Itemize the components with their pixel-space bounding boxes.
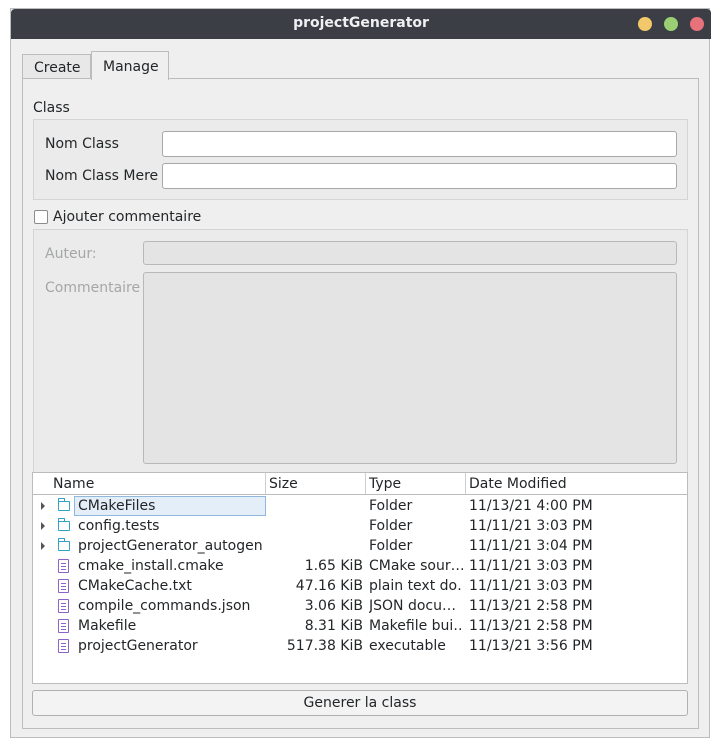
row-date: 11/11/21 3:04 PM	[469, 538, 593, 554]
comment-group: Auteur: Commentaire	[33, 229, 688, 475]
row-type: Folder	[369, 538, 413, 554]
row-date: 11/11/21 3:03 PM	[469, 518, 593, 534]
tree-row[interactable]: compile_commands.json 3.06 KiB JSON docu…	[33, 596, 687, 616]
row-size: 517.38 KiB	[286, 638, 363, 654]
tree-header: Name Size Type Date Modified	[33, 473, 687, 495]
row-name: projectGenerator_autogen	[78, 538, 263, 554]
file-icon	[58, 599, 69, 613]
row-name: CMakeFiles	[78, 498, 156, 514]
row-size: 8.31 KiB	[304, 618, 363, 634]
row-date: 11/11/21 3:03 PM	[469, 578, 593, 594]
nom-class-mere-input[interactable]	[162, 163, 677, 189]
row-size: 47.16 KiB	[295, 578, 363, 594]
folder-icon	[57, 518, 70, 531]
file-icon	[58, 619, 69, 633]
folder-icon	[57, 538, 70, 551]
row-date: 11/11/21 3:03 PM	[469, 558, 593, 574]
expand-arrow-icon[interactable]	[41, 542, 45, 550]
tree-row[interactable]: CMakeFiles Folder 11/13/21 4:00 PM	[33, 496, 687, 516]
auteur-input	[143, 241, 677, 265]
title-bar[interactable]: projectGenerator	[11, 9, 711, 39]
tab-create[interactable]: Create	[22, 54, 91, 79]
nom-class-input[interactable]	[162, 131, 677, 157]
nom-class-mere-label: Nom Class Mere	[45, 168, 159, 184]
ajouter-commentaire-checkbox[interactable]	[34, 210, 48, 224]
row-name: CMakeCache.txt	[78, 578, 192, 594]
class-group: Nom Class Nom Class Mere	[33, 119, 688, 200]
generer-la-class-button[interactable]: Generer la class	[32, 690, 688, 716]
row-date: 11/13/21 4:00 PM	[469, 498, 593, 514]
column-header-size[interactable]: Size	[266, 473, 366, 494]
ajouter-commentaire-label[interactable]: Ajouter commentaire	[53, 209, 201, 225]
row-type: executable	[369, 638, 446, 654]
nom-class-label: Nom Class	[45, 136, 119, 152]
row-type: CMake sour…	[369, 558, 463, 574]
expand-arrow-icon[interactable]	[41, 502, 45, 510]
maximize-button[interactable]	[664, 17, 678, 31]
commentaire-label: Commentaire	[45, 280, 141, 296]
commentaire-textarea	[143, 272, 677, 464]
expand-arrow-icon[interactable]	[41, 522, 45, 530]
tree-row[interactable]: projectGenerator 517.38 KiB executable 1…	[33, 636, 687, 656]
row-type: Folder	[369, 518, 413, 534]
row-type: Makefile bui…	[369, 618, 463, 634]
tree-row[interactable]: cmake_install.cmake 1.65 KiB CMake sour……	[33, 556, 687, 576]
row-type: Folder	[369, 498, 413, 514]
row-type: plain text do…	[369, 578, 463, 594]
class-section-label: Class	[33, 100, 70, 116]
row-type: JSON docu…	[369, 598, 456, 614]
tab-manage[interactable]: Manage	[91, 51, 169, 80]
file-icon	[58, 559, 69, 573]
tree-row[interactable]: config.tests Folder 11/11/21 3:03 PM	[33, 516, 687, 536]
row-date: 11/13/21 3:56 PM	[469, 638, 593, 654]
tab-manage-label: Manage	[103, 59, 159, 75]
row-date: 11/13/21 2:58 PM	[469, 598, 593, 614]
folder-icon	[57, 498, 70, 511]
close-button[interactable]	[690, 17, 704, 31]
column-header-date[interactable]: Date Modified	[466, 473, 687, 494]
column-header-type[interactable]: Type	[366, 473, 466, 494]
row-name: config.tests	[78, 518, 160, 534]
tree-row[interactable]: Makefile 8.31 KiB Makefile bui… 11/13/21…	[33, 616, 687, 636]
tree-row[interactable]: projectGenerator_autogen Folder 11/11/21…	[33, 536, 687, 556]
minimize-button[interactable]	[638, 17, 652, 31]
file-icon	[58, 579, 69, 593]
window-title: projectGenerator	[293, 15, 429, 31]
row-date: 11/13/21 2:58 PM	[469, 618, 593, 634]
auteur-label: Auteur:	[45, 246, 97, 262]
row-size: 1.65 KiB	[304, 558, 363, 574]
main-window: projectGenerator Create Manage Class Nom…	[10, 8, 711, 738]
tab-create-label: Create	[34, 60, 81, 76]
row-size: 3.06 KiB	[304, 598, 363, 614]
column-header-name[interactable]: Name	[33, 473, 266, 494]
row-name: projectGenerator	[78, 638, 198, 654]
row-name: cmake_install.cmake	[78, 558, 224, 574]
file-icon	[58, 639, 69, 653]
row-name: Makefile	[78, 618, 137, 634]
row-name: compile_commands.json	[78, 598, 251, 614]
file-tree[interactable]: Name Size Type Date Modified CMakeFiles …	[32, 472, 688, 684]
tree-row[interactable]: CMakeCache.txt 47.16 KiB plain text do… …	[33, 576, 687, 596]
